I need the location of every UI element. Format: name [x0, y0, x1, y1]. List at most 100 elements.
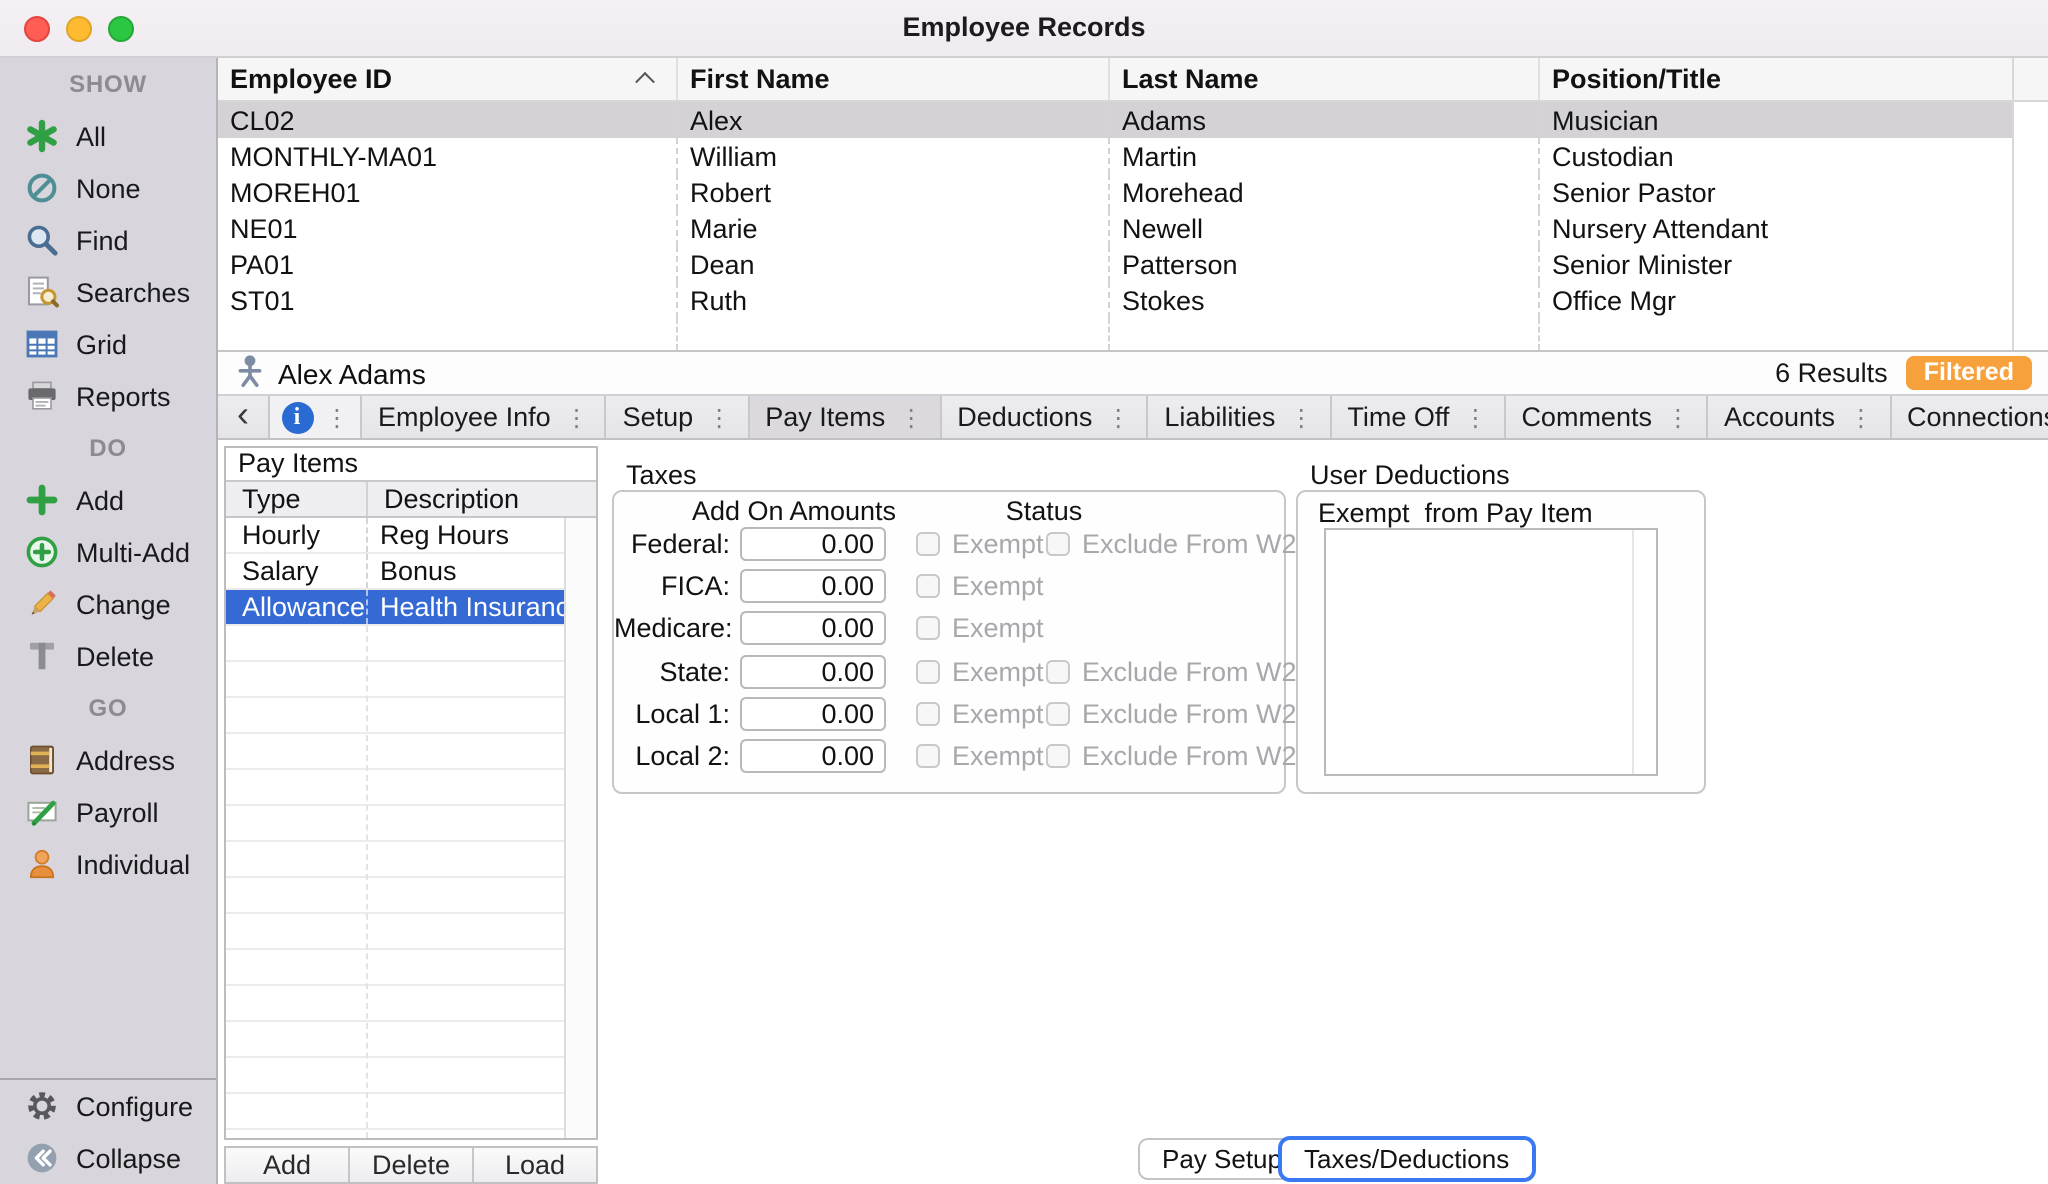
exempt-from-pay-item-list[interactable]: [1324, 528, 1658, 776]
sidebar-item-collapse[interactable]: Collapse: [0, 1132, 216, 1184]
column-header-description[interactable]: Description: [368, 484, 596, 514]
sidebar-item-multi-add[interactable]: Multi-Add: [0, 526, 216, 578]
sidebar-item-find[interactable]: Find: [0, 214, 216, 266]
sidebar-item-configure[interactable]: Configure: [0, 1080, 216, 1132]
sidebar-item-all[interactable]: All: [0, 110, 216, 162]
state-amount-input[interactable]: [740, 654, 886, 688]
table-row[interactable]: CL02 Alex Adams Musician: [218, 102, 2012, 138]
tab-menu-dots-icon[interactable]: ⋮: [1666, 403, 1690, 431]
federal-exempt-checkbox[interactable]: [916, 531, 940, 555]
sidebar-item-address[interactable]: Address: [0, 734, 216, 786]
tab-menu-dots-icon[interactable]: ⋮: [1849, 403, 1873, 431]
sidebar-item-individual[interactable]: Individual: [0, 838, 216, 890]
column-header-first-name[interactable]: First Name: [678, 58, 1110, 100]
fica-exempt-checkbox[interactable]: [916, 574, 940, 598]
plus-circle-icon: [24, 534, 60, 570]
window-controls: [24, 16, 134, 42]
sidebar-item-reports[interactable]: Reports: [0, 370, 216, 422]
collapse-icon: [24, 1140, 60, 1176]
sidebar-item-delete[interactable]: Delete: [0, 630, 216, 682]
tab-menu-dots-icon[interactable]: ⋮: [1463, 403, 1487, 431]
table-row[interactable]: MONTHLY-MA01 William Martin Custodian: [218, 138, 2012, 174]
cell-position-title: Custodian: [1540, 138, 2012, 174]
local-2-exclude-from-w2-checkbox[interactable]: [1046, 744, 1070, 768]
tab-label: Pay Items: [765, 402, 885, 432]
empty-rows-area: [226, 626, 564, 1138]
table-row[interactable]: MOREH01 Robert Morehead Senior Pastor: [218, 174, 2012, 210]
federal-amount-input[interactable]: [740, 526, 886, 560]
minimize-button[interactable]: [66, 16, 92, 42]
close-button[interactable]: [24, 16, 50, 42]
sidebar-item-add[interactable]: Add: [0, 474, 216, 526]
medicare-exempt-checkbox[interactable]: [916, 616, 940, 640]
column-header-position-title[interactable]: Position/Title: [1540, 58, 2048, 100]
tax-row-local-1: Local 1: Exempt Exclude From W2: [614, 692, 1284, 735]
address-book-icon: [24, 742, 60, 778]
column-header-label: First Name: [690, 64, 830, 94]
zoom-button[interactable]: [108, 16, 134, 42]
delete-pay-item-button[interactable]: Delete: [350, 1148, 474, 1182]
cell-description: Health Insurance: [368, 592, 564, 622]
local-1-exempt-checkbox[interactable]: [916, 702, 940, 726]
tab-menu-dots-icon[interactable]: ⋮: [899, 403, 923, 431]
tab-menu-dots-icon[interactable]: ⋮: [565, 403, 589, 431]
local-1-amount-input[interactable]: [740, 697, 886, 731]
sidebar-item-none[interactable]: None: [0, 162, 216, 214]
local-2-amount-input[interactable]: [740, 739, 886, 773]
state-exclude-from-w2-checkbox[interactable]: [1046, 659, 1070, 683]
federal-exclude-from-w2-checkbox[interactable]: [1046, 531, 1070, 555]
tab-info[interactable]: i ⋮: [270, 396, 362, 438]
list-scrollbar[interactable]: [1632, 530, 1656, 774]
tab-employee-info[interactable]: Employee Info ⋮: [362, 396, 607, 438]
fica-amount-input[interactable]: [740, 569, 886, 603]
local-1-exclude-from-w2-label: Exclude From W2: [1082, 699, 1297, 729]
tab-time-off[interactable]: Time Off ⋮: [1331, 396, 1505, 438]
tab-connections[interactable]: Connections ⋮: [1891, 396, 2048, 438]
state-exempt-checkbox[interactable]: [916, 659, 940, 683]
vertical-scrollbar[interactable]: [2012, 58, 2048, 350]
slash-circle-icon: [24, 170, 60, 206]
add-pay-item-button[interactable]: Add: [226, 1148, 350, 1182]
record-bar-right: 6 Results Filtered: [1775, 356, 2032, 390]
sidebar-item-grid[interactable]: Grid: [0, 318, 216, 370]
cell-last-name: Stokes: [1110, 282, 1540, 318]
table-row[interactable]: ST01 Ruth Stokes Office Mgr: [218, 282, 2012, 318]
content-area: Employee ID First Name Last Name Positio…: [218, 58, 2048, 1184]
pay-items-scrollbar[interactable]: [564, 518, 596, 1138]
pay-items-list: Hourly Reg Hours Salary Bonus Allowance …: [226, 518, 564, 1138]
sidebar-item-change[interactable]: Change: [0, 578, 216, 630]
tab-pay-items[interactable]: Pay Items ⋮: [749, 396, 941, 438]
tab-menu-dots-icon[interactable]: ⋮: [1289, 403, 1313, 431]
sidebar-item-label: None: [76, 173, 141, 203]
tab-deductions[interactable]: Deductions ⋮: [941, 396, 1148, 438]
tab-label: Time Off: [1347, 402, 1449, 432]
pay-item-row[interactable]: Salary Bonus: [226, 554, 564, 590]
local-1-exclude-from-w2-checkbox[interactable]: [1046, 702, 1070, 726]
column-header-type[interactable]: Type: [226, 482, 368, 516]
tab-comments[interactable]: Comments ⋮: [1505, 396, 1708, 438]
sidebar-item-searches[interactable]: Searches: [0, 266, 216, 318]
tab-liabilities[interactable]: Liabilities ⋮: [1148, 396, 1331, 438]
pay-item-row[interactable]: Allowance Health Insurance: [226, 590, 564, 626]
tab-accounts[interactable]: Accounts ⋮: [1708, 396, 1891, 438]
column-header-last-name[interactable]: Last Name: [1110, 58, 1540, 100]
table-row[interactable]: PA01 Dean Patterson Senior Minister: [218, 246, 2012, 282]
pay-item-row[interactable]: Hourly Reg Hours: [226, 518, 564, 554]
table-row[interactable]: NE01 Marie Newell Nursery Attendant: [218, 210, 2012, 246]
tab-label: Employee Info: [378, 402, 551, 432]
local-2-exempt-checkbox[interactable]: [916, 744, 940, 768]
column-header-employee-id[interactable]: Employee ID: [218, 58, 678, 100]
filtered-badge[interactable]: Filtered: [1906, 356, 2032, 390]
tab-menu-dots-icon[interactable]: ⋮: [707, 403, 731, 431]
tab-scroll-back-button[interactable]: ‹: [218, 396, 270, 438]
cell-employee-id: MONTHLY-MA01: [218, 138, 678, 174]
load-pay-item-button[interactable]: Load: [474, 1148, 596, 1182]
tab-menu-dots-icon[interactable]: ⋮: [1106, 403, 1130, 431]
info-icon: i: [281, 401, 313, 433]
tab-menu-dots-icon[interactable]: ⋮: [325, 403, 349, 431]
medicare-amount-input[interactable]: [740, 611, 886, 645]
tab-setup[interactable]: Setup ⋮: [607, 396, 750, 438]
sidebar-item-payroll[interactable]: Payroll: [0, 786, 216, 838]
sidebar-item-label: All: [76, 121, 106, 151]
taxes-deductions-button[interactable]: Taxes/Deductions: [1278, 1136, 1535, 1182]
